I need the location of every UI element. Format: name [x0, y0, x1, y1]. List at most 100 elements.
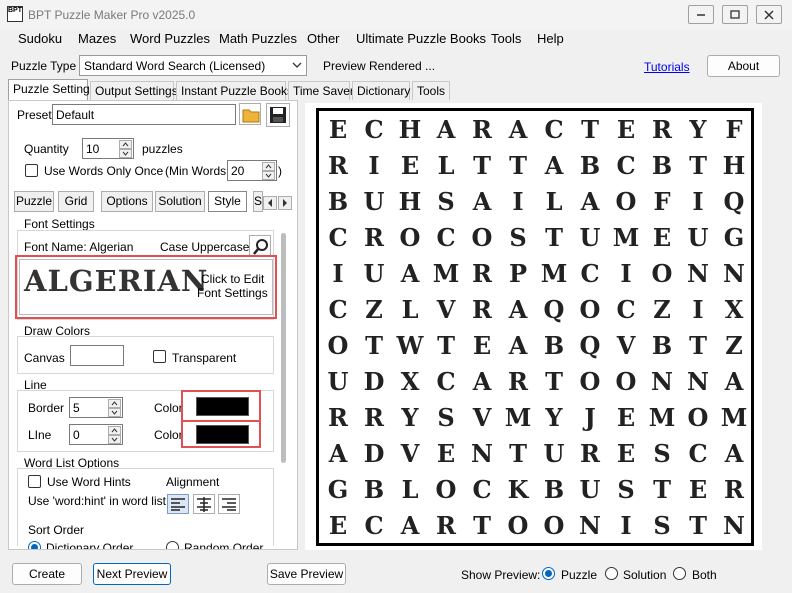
- grid-cell: T: [437, 331, 455, 360]
- menu-sudoku[interactable]: Sudoku: [16, 31, 64, 46]
- grid-cell: O: [615, 367, 637, 396]
- use-words-once-checkbox[interactable]: [25, 164, 38, 177]
- grid-cell: S: [509, 223, 527, 252]
- grid-cell: F: [725, 115, 743, 144]
- tab-instant-puzzle-books[interactable]: Instant Puzzle Books: [176, 81, 293, 100]
- sort-random-radio[interactable]: [166, 541, 179, 549]
- next-preview-button[interactable]: Next Preview: [93, 563, 171, 585]
- scroll-tabs-right-button[interactable]: [278, 196, 292, 210]
- tab-output-settings[interactable]: Output Settings: [90, 81, 178, 100]
- open-preset-button[interactable]: [239, 103, 261, 125]
- click-edit-line2: Font Settings: [197, 286, 268, 300]
- font-search-button[interactable]: [249, 235, 271, 257]
- minimize-button[interactable]: [688, 5, 714, 24]
- tab-time-saver[interactable]: Time Saver: [288, 81, 354, 100]
- grid-cell: O: [507, 511, 529, 540]
- create-button[interactable]: Create: [12, 563, 82, 585]
- menu-math-puzzles[interactable]: Math Puzzles: [217, 31, 299, 46]
- grid-cell: D: [363, 439, 385, 468]
- grid-cell: R: [652, 115, 672, 144]
- grid-cell: T: [581, 115, 599, 144]
- align-right-button[interactable]: [218, 494, 240, 514]
- menu-ultimate-puzzle-books[interactable]: Ultimate Puzzle Books: [354, 31, 488, 46]
- tutorials-link[interactable]: Tutorials: [644, 60, 690, 74]
- grid-cell: E: [616, 115, 636, 144]
- menu-word-puzzles[interactable]: Word Puzzles: [128, 31, 212, 46]
- quantity-up-button[interactable]: [119, 140, 132, 149]
- save-preset-button[interactable]: [266, 103, 290, 127]
- preview-solution-radio[interactable]: [605, 567, 618, 580]
- quantity-stepper[interactable]: 10: [82, 138, 134, 159]
- save-preview-button[interactable]: Save Preview: [267, 563, 346, 585]
- use-word-hints-checkbox[interactable]: [28, 475, 41, 488]
- subtab-style[interactable]: Style: [208, 191, 247, 212]
- grid-cell: O: [543, 511, 565, 540]
- case-label: Case Uppercase: [160, 240, 250, 254]
- preset-field[interactable]: Default: [52, 104, 236, 125]
- panel-scrollbar[interactable]: [281, 233, 286, 463]
- preview-puzzle-radio[interactable]: [542, 567, 555, 580]
- subtab-solution[interactable]: Solution: [155, 191, 205, 212]
- line-down-button[interactable]: [108, 435, 121, 444]
- grid-cell: T: [653, 475, 671, 504]
- border-color-swatch[interactable]: [196, 397, 249, 416]
- grid-cell: C: [688, 439, 708, 468]
- puzzle-type-select[interactable]: Standard Word Search (Licensed): [79, 55, 307, 76]
- subtab-partial[interactable]: S: [253, 191, 263, 212]
- menu-help[interactable]: Help: [535, 31, 566, 46]
- scroll-tabs-left-button[interactable]: [263, 196, 277, 210]
- close-button[interactable]: [756, 5, 782, 24]
- menu-other[interactable]: Other: [305, 31, 342, 46]
- line-stepper[interactable]: 0: [69, 424, 123, 445]
- line-up-button[interactable]: [108, 426, 121, 435]
- grid-cell: V: [472, 403, 492, 432]
- grid-cell: C: [580, 259, 600, 288]
- border-down-button[interactable]: [108, 408, 121, 417]
- align-center-button[interactable]: [193, 494, 215, 514]
- grid-cell: U: [327, 367, 349, 396]
- grid-cell: T: [473, 511, 491, 540]
- grid-cell: T: [545, 223, 563, 252]
- about-button[interactable]: About: [707, 55, 780, 77]
- sort-dictionary-radio[interactable]: [28, 541, 41, 549]
- preview-both-radio[interactable]: [673, 567, 686, 580]
- grid-cell: M: [504, 403, 532, 432]
- min-words-stepper[interactable]: 20: [227, 160, 277, 181]
- quantity-suffix: puzzles: [142, 142, 183, 156]
- tab-tools[interactable]: Tools: [412, 81, 450, 100]
- line-color-swatch[interactable]: [196, 425, 249, 444]
- grid-cell: I: [620, 259, 632, 288]
- subtab-puzzle[interactable]: Puzzle: [14, 191, 54, 212]
- grid-cell: N: [723, 259, 745, 288]
- grid-cell: G: [327, 475, 349, 504]
- grid-cell: Q: [579, 331, 601, 360]
- menu-tools[interactable]: Tools: [489, 31, 523, 46]
- grid-cell: I: [512, 187, 524, 216]
- app-icon-text: BPT: [8, 7, 22, 14]
- grid-cell: Z: [725, 331, 743, 360]
- grid-cell: M: [612, 223, 640, 252]
- tab-dictionary[interactable]: Dictionary: [352, 81, 410, 100]
- grid-cell: L: [437, 151, 455, 180]
- subtab-grid[interactable]: Grid: [58, 191, 94, 212]
- quantity-down-button[interactable]: [119, 149, 132, 158]
- border-up-button[interactable]: [108, 399, 121, 408]
- align-left-button[interactable]: [167, 494, 189, 514]
- min-words-up-button[interactable]: [262, 162, 275, 171]
- grid-cell: C: [328, 223, 348, 252]
- border-stepper[interactable]: 5: [69, 397, 123, 418]
- min-words-down-button[interactable]: [262, 171, 275, 180]
- save-icon: [270, 107, 286, 123]
- grid-cell: L: [401, 295, 419, 324]
- tab-puzzle-settings[interactable]: Puzzle Settings: [8, 79, 96, 101]
- grid-cell: O: [471, 223, 493, 252]
- line-color-label: Color: [154, 428, 183, 442]
- subtab-options[interactable]: Options: [101, 191, 153, 212]
- font-preview-button[interactable]: ALGERIAN Click to Edit Font Settings: [19, 259, 273, 315]
- alignment-label: Alignment: [166, 475, 220, 489]
- maximize-button[interactable]: [722, 5, 748, 24]
- canvas-color-swatch[interactable]: [70, 345, 124, 366]
- grid-cell: E: [616, 439, 636, 468]
- menu-mazes[interactable]: Mazes: [76, 31, 118, 46]
- transparent-checkbox[interactable]: [153, 350, 166, 363]
